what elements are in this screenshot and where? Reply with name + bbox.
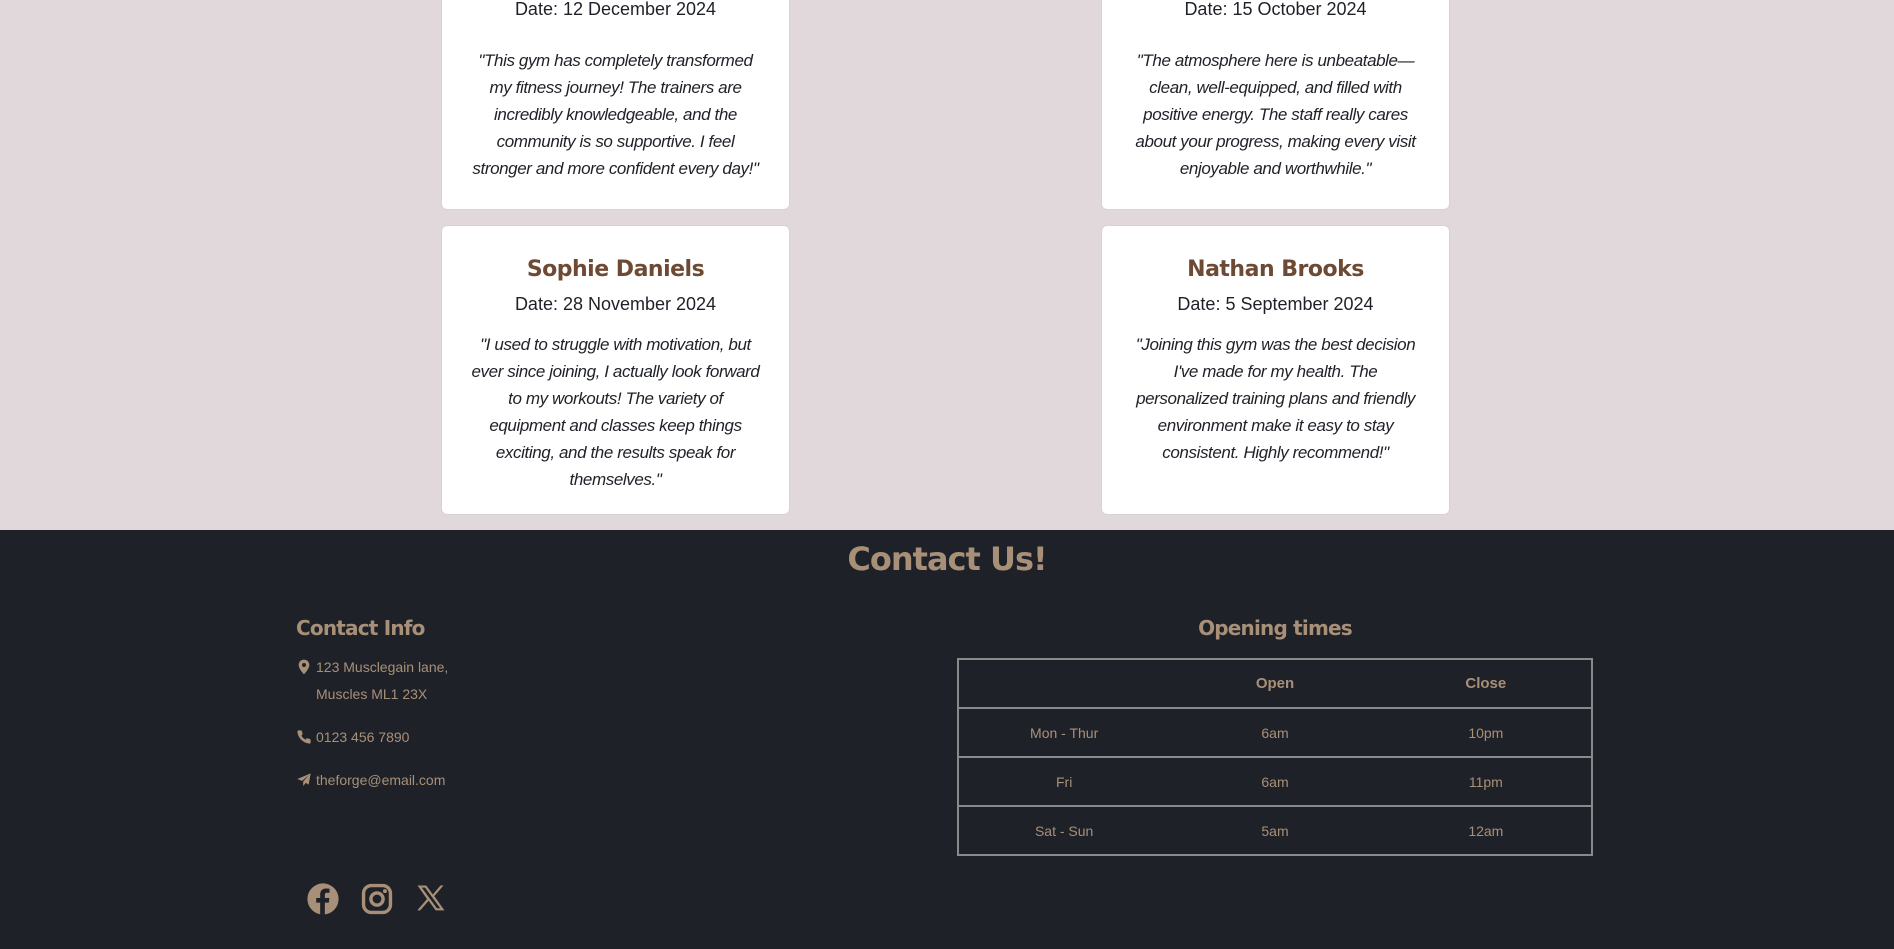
- phone-number: 0123 456 7890: [316, 729, 410, 745]
- table-cell-day: Fri: [958, 756, 1170, 806]
- testimonial-quote: "This gym has completely transformed my …: [472, 51, 759, 178]
- opening-times-table: Open Close Mon - Thur 6am 10pm Fri 6am 1…: [957, 658, 1593, 856]
- address-line2: Muscles ML1 23X: [316, 686, 428, 702]
- table-header-close: Close: [1380, 658, 1592, 708]
- table-cell-close: 10pm: [1380, 707, 1592, 757]
- testimonial-name: Nathan Brooks: [1187, 257, 1364, 282]
- social-links: [306, 882, 448, 916]
- email: theforge@email.com: [296, 767, 696, 794]
- table-cell-open: 5am: [1169, 805, 1381, 855]
- phone: 0123 456 7890: [296, 724, 696, 751]
- opening-times-title: Opening times: [1198, 616, 1353, 640]
- contact-info: Contact Info 123 Musclegain lane, Muscle…: [296, 616, 696, 794]
- footer: Contact Us! Contact Info 123 Musclegain …: [0, 530, 1894, 949]
- testimonial-quote: "Joining this gym was the best decision …: [1135, 335, 1416, 462]
- table-cell-close: 11pm: [1380, 756, 1592, 806]
- table-cell-open: 6am: [1169, 707, 1381, 757]
- contact-info-title: Contact Info: [296, 616, 425, 640]
- testimonial-card: Date: 15 October 2024 "The atmosphere he…: [1101, 0, 1450, 210]
- testimonial-card: Sophie Daniels Date: 28 November 2024 "I…: [441, 225, 790, 515]
- table-header-open: Open: [1169, 658, 1381, 708]
- phone-icon: [297, 730, 311, 744]
- table-row: Fri 6am 11pm: [958, 756, 1592, 806]
- table-cell-day: Sat - Sun: [958, 805, 1170, 855]
- paper-plane-icon: [297, 773, 311, 786]
- testimonial-quote: "The atmosphere here is unbeatable—clean…: [1135, 51, 1416, 178]
- testimonial-date: Date: 28 November 2024: [514, 294, 717, 314]
- testimonial-quote: "I used to struggle with motivation, but…: [471, 335, 760, 489]
- table-row: Mon - Thur 6am 10pm: [958, 707, 1592, 757]
- table-cell-close: 12am: [1380, 805, 1592, 855]
- table-row: Sat - Sun 5am 12am: [958, 805, 1592, 855]
- table-header-row: Open Close: [958, 658, 1592, 708]
- testimonial-date: Date: 15 October 2024: [1184, 0, 1367, 19]
- testimonials-section: Date: 12 December 2024 "This gym has com…: [0, 0, 1894, 530]
- map-pin-icon: [298, 659, 310, 675]
- testimonial-name: Sophie Daniels: [526, 257, 705, 282]
- testimonial-card: Date: 12 December 2024 "This gym has com…: [441, 0, 790, 210]
- testimonial-card: Nathan Brooks Date: 5 September 2024 "Jo…: [1101, 225, 1450, 515]
- testimonial-date: Date: 12 December 2024: [514, 0, 717, 19]
- table-cell-open: 6am: [1169, 756, 1381, 806]
- email-address[interactable]: theforge@email.com: [316, 767, 445, 794]
- contact-heading: Contact Us!: [847, 540, 1047, 578]
- facebook-icon[interactable]: [306, 882, 340, 916]
- table-header-day: [958, 658, 1170, 708]
- testimonial-date: Date: 5 September 2024: [1177, 294, 1374, 314]
- table-cell-day: Mon - Thur: [958, 707, 1170, 757]
- instagram-icon[interactable]: [360, 882, 394, 916]
- x-icon[interactable]: [414, 882, 448, 916]
- address: 123 Musclegain lane, Muscles ML1 23X: [296, 654, 696, 708]
- address-line1: 123 Musclegain lane,: [316, 659, 449, 675]
- opening-times: Opening times Open Close Mon - Thur 6am …: [957, 616, 1593, 856]
